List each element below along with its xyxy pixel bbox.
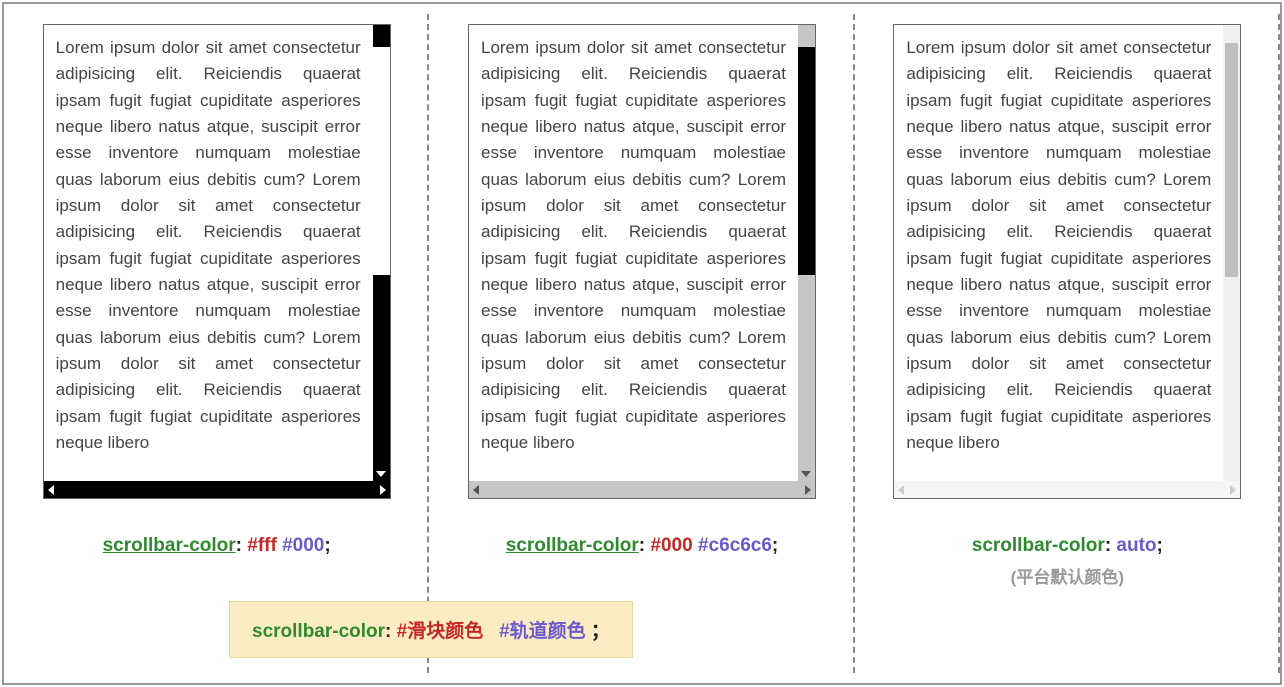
scroll-right-arrow-icon[interactable] bbox=[805, 485, 811, 495]
scroll-down-arrow-icon[interactable] bbox=[801, 471, 811, 477]
lorem-text: Lorem ipsum dolor sit amet consectetur a… bbox=[894, 25, 1223, 481]
column-3: Lorem ipsum dolor sit amet consectetur a… bbox=[855, 4, 1280, 683]
horizontal-scrollbar-track[interactable] bbox=[894, 481, 1240, 498]
scroll-right-arrow-icon[interactable] bbox=[1230, 485, 1236, 495]
caption-3: scrollbar-color: auto; bbox=[972, 535, 1163, 557]
scroll-right-arrow-icon[interactable] bbox=[380, 485, 386, 495]
scroll-area-gray-track[interactable]: Lorem ipsum dolor sit amet consectetur a… bbox=[468, 24, 816, 499]
vertical-scrollbar-thumb[interactable] bbox=[373, 47, 390, 275]
thumb-color-value: #000 bbox=[650, 535, 692, 556]
column-2: Lorem ipsum dolor sit amet consectetur a… bbox=[429, 4, 854, 683]
vertical-scrollbar-track[interactable] bbox=[798, 25, 815, 481]
css-property: scrollbar-color bbox=[252, 621, 385, 642]
track-color-value: #000 bbox=[282, 535, 324, 556]
css-property: scrollbar-color bbox=[972, 535, 1105, 556]
track-color-value: #c6c6c6 bbox=[698, 535, 772, 556]
vertical-scrollbar-track[interactable] bbox=[1223, 25, 1240, 481]
lorem-text: Lorem ipsum dolor sit amet consectetur a… bbox=[469, 25, 798, 481]
auto-value: auto bbox=[1116, 535, 1156, 556]
column-1: Lorem ipsum dolor sit amet consectetur a… bbox=[4, 4, 429, 683]
syntax-formula-box: scrollbar-color: #滑块颜色 #轨道颜色 ； bbox=[229, 601, 633, 658]
caption-3-sub: (平台默认颜色) bbox=[1011, 563, 1124, 588]
horizontal-scrollbar-track[interactable] bbox=[469, 481, 815, 498]
vertical-scrollbar-track[interactable] bbox=[373, 25, 390, 481]
scroll-left-arrow-icon[interactable] bbox=[473, 485, 479, 495]
scroll-area-black-track[interactable]: Lorem ipsum dolor sit amet consectetur a… bbox=[43, 24, 391, 499]
caption-1: scrollbar-color: #fff #000; bbox=[103, 535, 331, 557]
track-placeholder: #轨道颜色 bbox=[499, 621, 586, 642]
scroll-left-arrow-icon[interactable] bbox=[898, 485, 904, 495]
caption-2: scrollbar-color: #000 #c6c6c6; bbox=[506, 535, 779, 557]
css-property: scrollbar-color bbox=[506, 535, 639, 556]
scroll-down-arrow-icon[interactable] bbox=[376, 471, 386, 477]
thumb-placeholder: #滑块颜色 bbox=[397, 621, 484, 642]
vertical-scrollbar-thumb[interactable] bbox=[798, 47, 815, 275]
css-property: scrollbar-color bbox=[103, 535, 236, 556]
scroll-area-auto[interactable]: Lorem ipsum dolor sit amet consectetur a… bbox=[893, 24, 1241, 499]
thumb-color-value: #fff bbox=[247, 535, 277, 556]
vertical-scrollbar-thumb[interactable] bbox=[1225, 43, 1238, 277]
horizontal-scrollbar-track[interactable] bbox=[44, 481, 390, 498]
lorem-text: Lorem ipsum dolor sit amet consectetur a… bbox=[44, 25, 373, 481]
diagram-container: Lorem ipsum dolor sit amet consectetur a… bbox=[2, 2, 1282, 685]
scroll-left-arrow-icon[interactable] bbox=[48, 485, 54, 495]
